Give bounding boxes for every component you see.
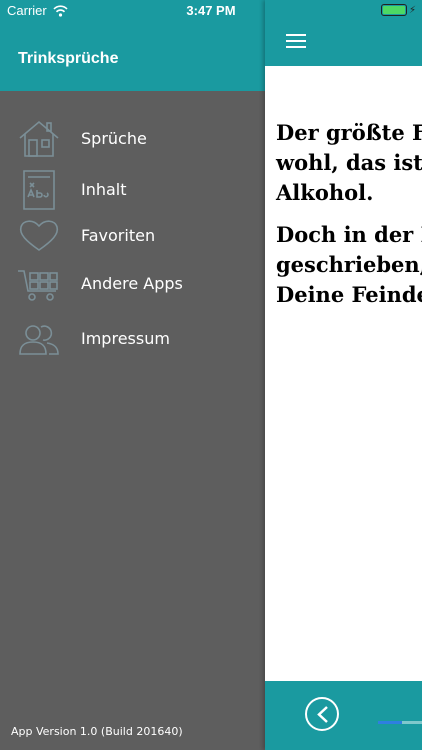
- chevron-left-icon: [317, 706, 328, 723]
- menu-item-favoriten[interactable]: Favoriten: [0, 213, 265, 259]
- battery-indicator: ⚡: [380, 4, 416, 16]
- menu-label-impressum: Impressum: [81, 329, 170, 348]
- menu-label-andere-apps: Andere Apps: [81, 274, 183, 293]
- abc-board-icon: [16, 167, 62, 213]
- quote-line: geschrieben,: [276, 252, 422, 277]
- app-version-label: App Version 1.0 (Build 201640): [11, 725, 183, 738]
- status-time: 3:47 PM: [186, 3, 236, 18]
- quote-text: Der größte F wohl, das ist Alkohol. Doch…: [276, 118, 422, 310]
- heart-icon: [16, 213, 62, 259]
- progress-bar: [378, 721, 422, 724]
- menu-label-favoriten: Favoriten: [81, 226, 156, 245]
- bottom-toolbar: [265, 681, 422, 750]
- quote-paragraph: Doch in der I geschrieben, Deine Feinde: [276, 220, 422, 310]
- side-drawer: Trinksprüche Sprüche Inhalt Favoriten An…: [0, 0, 265, 750]
- battery-fill: [382, 6, 405, 14]
- quote-line: Der größte F: [276, 120, 422, 145]
- battery-icon: [380, 4, 407, 16]
- menu-item-sprueche[interactable]: Sprüche: [0, 116, 265, 162]
- main-panel: Der größte F wohl, das ist Alkohol. Doch…: [265, 0, 422, 750]
- menu-label-inhalt: Inhalt: [81, 180, 127, 199]
- menu-item-impressum[interactable]: Impressum: [0, 316, 265, 362]
- menu-label-sprueche: Sprüche: [81, 129, 147, 148]
- back-button[interactable]: [305, 697, 339, 731]
- quote-line: Doch in der I: [276, 222, 422, 247]
- charging-bolt-icon: ⚡: [408, 4, 416, 16]
- shopping-cart-icon: [16, 261, 62, 307]
- status-bar: Carrier 3:47 PM ⚡: [0, 0, 422, 22]
- hamburger-menu-icon[interactable]: [286, 34, 306, 49]
- quote-line: Deine Feinde: [276, 282, 422, 307]
- menu-item-inhalt[interactable]: Inhalt: [0, 167, 265, 213]
- drawer-title: Trinksprüche: [18, 50, 119, 67]
- quote-line: Alkohol.: [276, 180, 374, 205]
- menu-item-andere-apps[interactable]: Andere Apps: [0, 261, 265, 307]
- quote-paragraph: Der größte F wohl, das ist Alkohol.: [276, 118, 422, 208]
- people-icon: [16, 316, 62, 362]
- progress-fill: [378, 721, 402, 724]
- quote-line: wohl, das ist: [276, 150, 422, 175]
- house-icon: [16, 116, 62, 162]
